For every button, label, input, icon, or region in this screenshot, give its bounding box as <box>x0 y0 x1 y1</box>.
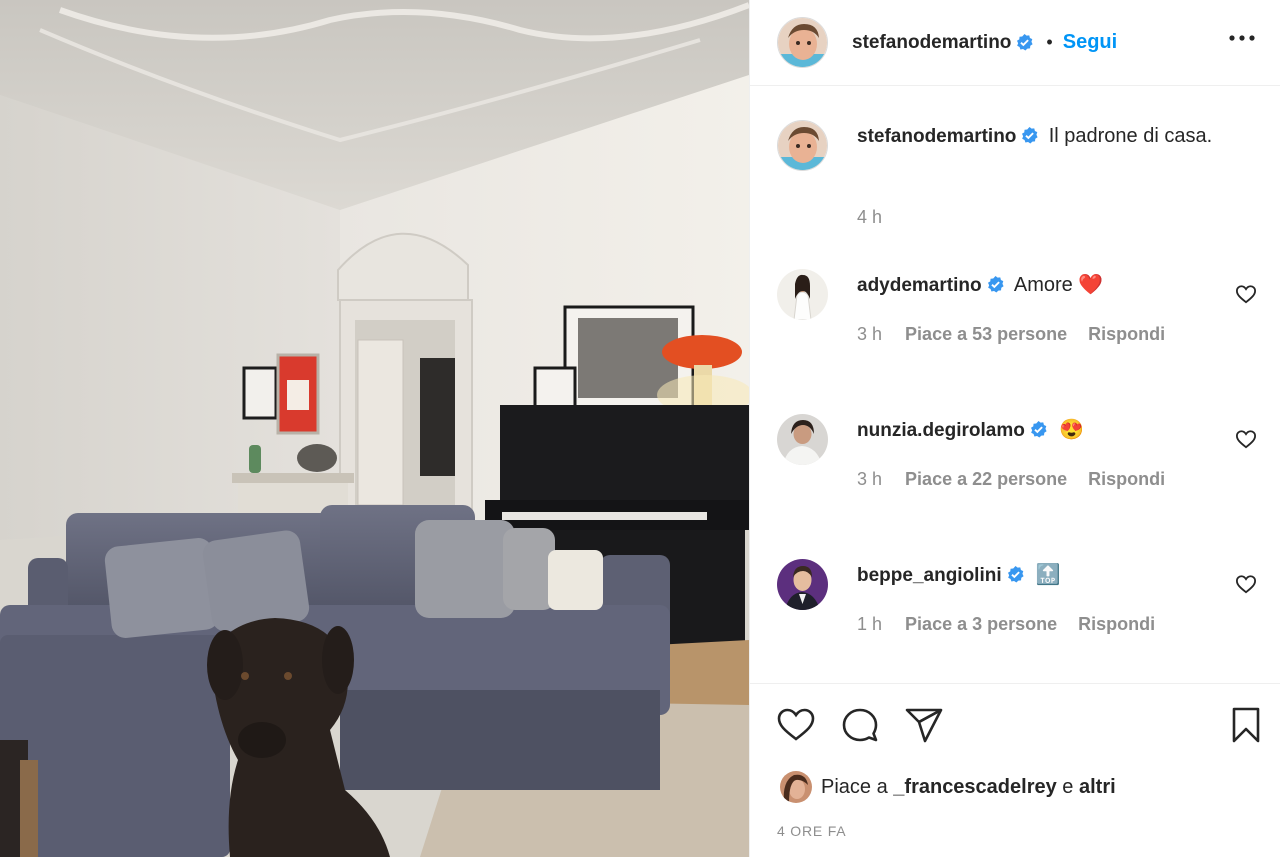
comment-avatar-image <box>777 414 828 465</box>
likes-middle: e <box>1062 775 1074 798</box>
verified-badge-icon <box>987 275 1004 293</box>
top-arrow-emoji: 🔝 <box>1035 564 1061 586</box>
comment-like-heart-icon[interactable] <box>1235 429 1257 449</box>
share-icon[interactable] <box>904 706 944 744</box>
comment-like-heart-icon[interactable] <box>1235 284 1257 304</box>
comment-text: Amore <box>1013 274 1073 296</box>
comment-timestamp[interactable]: 1 h <box>857 614 882 634</box>
liker-username[interactable]: _francescadelrey <box>893 776 1056 799</box>
more-options-icon[interactable] <box>1227 26 1257 50</box>
post-date[interactable]: 4 ORE FA <box>777 823 846 839</box>
likes-others-link[interactable]: altri <box>1079 776 1116 799</box>
comment-body: adydemartino Amore ❤️ <box>857 271 1237 300</box>
comments-list[interactable]: stefanodemartino Il padrone di casa. 4 h… <box>750 87 1280 683</box>
verified-badge-icon <box>1007 565 1024 583</box>
comment-timestamp[interactable]: 3 h <box>857 469 882 489</box>
verified-badge-icon <box>1017 33 1033 51</box>
comment-meta: 1 h Piace a 3 persone Rispondi <box>857 614 1171 635</box>
reply-button[interactable]: Rispondi <box>1078 614 1155 634</box>
post-photo[interactable] <box>0 0 749 857</box>
caption-avatar-image <box>778 121 827 170</box>
caption-body: stefanodemartino Il padrone di casa. <box>857 122 1237 151</box>
comment-meta: 3 h Piace a 22 persone Rispondi <box>857 469 1181 490</box>
comment-avatar-image <box>777 559 828 610</box>
verified-badge-icon <box>1030 420 1047 438</box>
author-avatar-image <box>778 18 827 67</box>
comment-avatar-image <box>777 269 828 320</box>
comment-avatar[interactable] <box>777 559 828 610</box>
comment-body: beppe_angiolini 🔝 <box>857 561 1237 590</box>
comment-avatar[interactable] <box>777 269 828 320</box>
likes-summary: Piace a _francescadelrey e altri <box>780 771 1116 803</box>
comment-username[interactable]: adydemartino <box>857 275 982 296</box>
comment-icon[interactable] <box>840 706 880 744</box>
comment-likes-count[interactable]: Piace a 53 persone <box>905 324 1067 344</box>
comment-username[interactable]: beppe_angiolini <box>857 565 1002 586</box>
comment-likes-count[interactable]: Piace a 22 persone <box>905 469 1067 489</box>
header-separator: • <box>1046 32 1053 52</box>
comment-row: nunzia.degirolamo 😍 3 h Piace a 22 perso… <box>777 414 1257 494</box>
bookmark-icon[interactable] <box>1226 706 1266 744</box>
comment-username[interactable]: nunzia.degirolamo <box>857 420 1025 441</box>
liker-avatar[interactable] <box>780 771 812 803</box>
living-room-photo <box>0 0 749 857</box>
liker-avatar-image <box>780 771 812 803</box>
author-username[interactable]: stefanodemartino <box>852 32 1011 54</box>
post-actions: Piace a _francescadelrey e altri 4 ORE F… <box>750 683 1280 857</box>
caption-row: stefanodemartino Il padrone di casa. 4 h <box>777 120 1257 230</box>
caption-text: Il padrone di casa. <box>1048 125 1213 147</box>
comment-row: adydemartino Amore ❤️ 3 h Piace a 53 per… <box>777 269 1257 349</box>
likes-prefix: Piace a <box>821 775 888 798</box>
follow-button[interactable]: Segui <box>1063 31 1117 54</box>
caption-username[interactable]: stefanodemartino <box>857 126 1016 147</box>
red-heart-emoji: ❤️ <box>1078 274 1103 296</box>
comment-avatar[interactable] <box>777 414 828 465</box>
verified-badge-icon <box>1022 126 1038 144</box>
comment-meta: 3 h Piace a 53 persone Rispondi <box>857 324 1181 345</box>
author-avatar[interactable] <box>777 17 828 68</box>
comment-row: beppe_angiolini 🔝 1 h Piace a 3 persone … <box>777 559 1257 639</box>
comment-likes-count[interactable]: Piace a 3 persone <box>905 614 1057 634</box>
heart-icon[interactable] <box>776 706 816 744</box>
reply-button[interactable]: Rispondi <box>1088 469 1165 489</box>
author-line: stefanodemartino • Segui <box>852 31 1117 54</box>
comment-like-heart-icon[interactable] <box>1235 574 1257 594</box>
post-side-panel: stefanodemartino • Segui stefanodemartin… <box>749 0 1280 857</box>
post-header: stefanodemartino • Segui <box>750 0 1280 86</box>
reply-button[interactable]: Rispondi <box>1088 324 1165 344</box>
caption-meta: 4 h <box>857 207 900 228</box>
heart-eyes-emoji: 😍 <box>1059 419 1085 441</box>
comment-body: nunzia.degirolamo 😍 <box>857 416 1237 445</box>
caption-timestamp[interactable]: 4 h <box>857 207 882 227</box>
comment-timestamp[interactable]: 3 h <box>857 324 882 344</box>
caption-author-avatar[interactable] <box>777 120 828 171</box>
